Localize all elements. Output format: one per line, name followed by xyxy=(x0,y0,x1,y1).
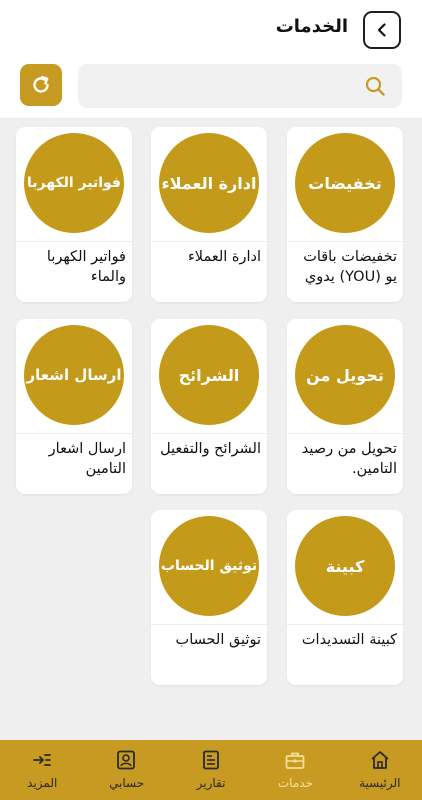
search-icon[interactable] xyxy=(364,75,386,97)
back-button[interactable] xyxy=(363,11,401,49)
service-card[interactable]: ادارة العملاء ادارة العملاء xyxy=(151,127,267,302)
nav-label: الرئيسية xyxy=(359,776,401,790)
service-circle-text: ارسال اشعار xyxy=(26,366,122,384)
service-label: الشرائح والتفعيل xyxy=(160,441,261,457)
app-header: الخدمات xyxy=(0,0,422,58)
service-card[interactable]: الشرائح الشرائح والتفعيل xyxy=(151,319,267,494)
nav-label: خدمات xyxy=(277,776,313,790)
service-circle-text: توثيق الحساب xyxy=(160,558,258,574)
nav-label: حسابي xyxy=(109,776,145,790)
service-circle-text: ادارة العملاء xyxy=(161,173,257,193)
service-circle: توثيق الحساب xyxy=(159,516,259,616)
nav-label: تقارير xyxy=(196,776,226,790)
nav-item-reports[interactable]: تقارير xyxy=(169,740,253,800)
service-circle: تحويل من xyxy=(295,325,395,425)
service-label: تحويل من رصيد التامين. xyxy=(301,441,397,477)
bottom-nav: الرئيسية خدمات تقارير حسابي المزيد xyxy=(0,740,422,800)
service-label: توثيق الحساب xyxy=(175,632,261,648)
more-icon xyxy=(33,754,51,766)
service-circle: كبينة xyxy=(295,516,395,616)
briefcase-icon xyxy=(285,752,305,769)
service-card[interactable]: ارسال اشعار ارسال اشعار التامين xyxy=(16,319,132,494)
service-label: ادارة العملاء xyxy=(187,249,261,265)
service-circle-text: تحويل من xyxy=(306,365,384,385)
nav-item-more[interactable]: المزيد xyxy=(0,740,84,800)
service-card[interactable]: فواتير الكهربا فواتير الكهربا والماء xyxy=(16,127,132,302)
service-circle: الشرائح xyxy=(159,325,259,425)
nav-label: المزيد xyxy=(27,776,58,790)
nav-item-services[interactable]: خدمات xyxy=(253,740,337,800)
service-label: تخفيضات باقات يو (YOU) يدوي xyxy=(303,249,397,285)
service-circle: ارسال اشعار xyxy=(24,325,124,425)
service-circle-text: تخفيضات xyxy=(308,173,382,193)
service-circle: ادارة العملاء xyxy=(159,133,259,233)
refresh-icon xyxy=(33,76,49,93)
service-circle-text: الشرائح xyxy=(178,365,240,385)
service-label: ارسال اشعار التامين xyxy=(48,441,126,477)
search-bar[interactable] xyxy=(78,64,402,108)
service-circle: تخفيضات xyxy=(295,133,395,233)
nav-item-home[interactable]: الرئيسية xyxy=(338,740,422,800)
nav-item-account[interactable]: حسابي xyxy=(84,740,168,800)
service-card[interactable]: كبينة كبينة التسديدات xyxy=(287,510,403,685)
service-card[interactable]: توثيق الحساب توثيق الحساب xyxy=(151,510,267,685)
service-card[interactable]: تخفيضات تخفيضات باقات يو (YOU) يدوي xyxy=(287,127,403,302)
home-icon xyxy=(371,751,389,769)
service-circle-text: فواتير الكهربا xyxy=(27,175,121,191)
service-circle-text: كبينة xyxy=(325,556,365,576)
service-label: كبينة التسديدات xyxy=(301,632,397,648)
service-circle: فواتير الكهربا xyxy=(24,133,124,233)
service-label: فواتير الكهربا والماء xyxy=(46,249,126,285)
refresh-button[interactable] xyxy=(20,64,62,106)
chevron-left-icon xyxy=(377,23,386,37)
account-icon xyxy=(117,750,136,770)
service-card[interactable]: تحويل من تحويل من رصيد التامين. xyxy=(287,319,403,494)
search-input[interactable] xyxy=(78,64,358,108)
report-icon xyxy=(202,750,219,770)
services-grid: تخفيضات تخفيضات باقات يو (YOU) يدوي ادار… xyxy=(0,118,422,740)
page-title: الخدمات xyxy=(275,16,348,37)
